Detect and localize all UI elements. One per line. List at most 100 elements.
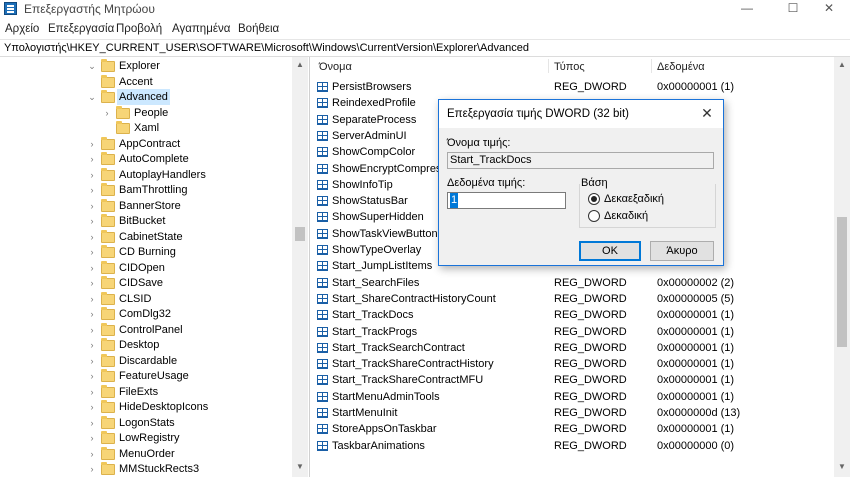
expand-chevron-down-icon[interactable]: ⌄: [87, 89, 97, 105]
expand-chevron-right-icon[interactable]: [102, 120, 112, 136]
menu-view[interactable]: Προβολή: [116, 23, 162, 35]
expand-chevron-right-icon[interactable]: ›: [87, 275, 97, 291]
tree-item[interactable]: › HideDesktopIcons: [0, 399, 290, 415]
close-button[interactable]: ✕: [806, 0, 850, 19]
tree-item[interactable]: › AutoplayHandlers: [0, 167, 290, 183]
address-bar[interactable]: Υπολογιστής\HKEY_CURRENT_USER\SOFTWARE\M…: [0, 39, 850, 57]
value-row[interactable]: PersistBrowsers REG_DWORD 0x00000001 (1): [313, 79, 833, 95]
expand-chevron-right-icon[interactable]: [87, 74, 97, 90]
expand-chevron-down-icon[interactable]: ⌄: [87, 58, 97, 74]
tree-item[interactable]: › FeatureUsage: [0, 368, 290, 384]
tree-item[interactable]: › AutoComplete: [0, 151, 290, 167]
menu-file[interactable]: Αρχείο: [5, 23, 39, 35]
expand-chevron-right-icon[interactable]: ›: [87, 353, 97, 369]
expand-chevron-right-icon[interactable]: ›: [87, 446, 97, 462]
expand-chevron-right-icon[interactable]: ›: [87, 461, 97, 477]
value-row[interactable]: Start_TrackShareContractHistory REG_DWORD…: [313, 356, 833, 372]
value-row[interactable]: StartMenuAdminTools REG_DWORD 0x00000001 (…: [313, 389, 833, 405]
hex-radio[interactable]: [588, 193, 600, 205]
scroll-up-arrow-icon[interactable]: ▲: [294, 59, 306, 71]
scroll-down-arrow-icon[interactable]: ▼: [294, 461, 306, 473]
column-header-name[interactable]: Όνομα: [319, 61, 352, 73]
address-path[interactable]: Υπολογιστής\HKEY_CURRENT_USER\SOFTWARE\M…: [4, 42, 529, 54]
value-row[interactable]: Start_ShareContractHistoryCount REG_DWORD…: [313, 291, 833, 307]
expand-chevron-right-icon[interactable]: ›: [102, 105, 112, 121]
scroll-down-arrow-icon[interactable]: ▼: [836, 461, 848, 473]
value-data-input[interactable]: 1: [447, 192, 566, 209]
tree-item[interactable]: › CIDOpen: [0, 260, 290, 276]
tree-item[interactable]: › BannerStore: [0, 198, 290, 214]
column-header-type[interactable]: Τύπος: [554, 61, 585, 73]
scroll-up-arrow-icon[interactable]: ▲: [836, 59, 848, 71]
dec-radio[interactable]: [588, 210, 600, 222]
edit-dword-dialog[interactable]: Επεξεργασία τιμής DWORD (32 bit) ✕ Όνομα…: [438, 99, 724, 266]
expand-chevron-right-icon[interactable]: ›: [87, 213, 97, 229]
tree-item[interactable]: ⌄ Explorer: [0, 58, 290, 74]
tree-item[interactable]: › ComDlg32: [0, 306, 290, 322]
value-row[interactable]: Start_SearchFiles REG_DWORD 0x00000002 (2): [313, 275, 833, 291]
menu-help[interactable]: Βοήθεια: [238, 23, 279, 35]
dialog-close-icon[interactable]: ✕: [697, 104, 717, 122]
list-scroll-thumb[interactable]: [837, 217, 847, 347]
tree-item[interactable]: › ControlPanel: [0, 322, 290, 338]
tree-item[interactable]: › LogonStats: [0, 415, 290, 431]
value-row[interactable]: StoreAppsOnTaskbar REG_DWORD 0x00000001 (1…: [313, 421, 833, 437]
expand-chevron-right-icon[interactable]: ›: [87, 244, 97, 260]
expand-chevron-right-icon[interactable]: ›: [87, 151, 97, 167]
column-divider[interactable]: [548, 59, 549, 73]
tree-item[interactable]: › CLSID: [0, 291, 290, 307]
expand-chevron-right-icon[interactable]: ›: [87, 198, 97, 214]
tree-item[interactable]: ⌄ Advanced: [0, 89, 290, 105]
key-tree-pane[interactable]: ▲ ▼ ⌄ Explorer Accent ⌄ Advanced › People Xaml ›…: [0, 57, 310, 477]
expand-chevron-right-icon[interactable]: ›: [87, 167, 97, 183]
minimize-button[interactable]: —: [724, 0, 770, 19]
tree-item[interactable]: › Discardable: [0, 353, 290, 369]
cancel-button[interactable]: Άκυρο: [650, 241, 714, 261]
tree-item[interactable]: › Desktop: [0, 337, 290, 353]
tree-item[interactable]: Xaml: [0, 120, 290, 136]
expand-chevron-right-icon[interactable]: ›: [87, 182, 97, 198]
tree-item[interactable]: › BamThrottling: [0, 182, 290, 198]
expand-chevron-right-icon[interactable]: ›: [87, 229, 97, 245]
value-name-field[interactable]: Start_TrackDocs: [447, 152, 714, 169]
expand-chevron-right-icon[interactable]: ›: [87, 322, 97, 338]
tree-vertical-scrollbar[interactable]: ▲ ▼: [292, 57, 308, 477]
expand-chevron-right-icon[interactable]: ›: [87, 260, 97, 276]
value-row[interactable]: Start_TrackDocs REG_DWORD 0x00000001 (1): [313, 307, 833, 323]
hex-radio-label[interactable]: Δεκαεξαδική: [604, 193, 664, 205]
expand-chevron-right-icon[interactable]: ›: [87, 291, 97, 307]
value-row[interactable]: TaskbarAnimations REG_DWORD 0x00000000 (0): [313, 438, 833, 454]
expand-chevron-right-icon[interactable]: ›: [87, 415, 97, 431]
menu-bar: Αρχείο Επεξεργασία Προβολή Αγαπημένα Βοή…: [0, 19, 850, 39]
ok-button[interactable]: OK: [579, 241, 641, 261]
tree-item[interactable]: › CIDSave: [0, 275, 290, 291]
menu-favorites[interactable]: Αγαπημένα: [172, 23, 230, 35]
tree-scroll-thumb[interactable]: [295, 227, 305, 241]
column-divider[interactable]: [651, 59, 652, 73]
tree-item[interactable]: › People: [0, 105, 290, 121]
value-row[interactable]: Start_TrackProgs REG_DWORD 0x00000001 (1): [313, 324, 833, 340]
value-row[interactable]: Start_TrackSearchContract REG_DWORD 0x0000…: [313, 340, 833, 356]
tree-item[interactable]: › AppContract: [0, 136, 290, 152]
dec-radio-label[interactable]: Δεκαδική: [604, 210, 648, 222]
tree-item[interactable]: Accent: [0, 74, 290, 90]
expand-chevron-right-icon[interactable]: ›: [87, 430, 97, 446]
expand-chevron-right-icon[interactable]: ›: [87, 136, 97, 152]
expand-chevron-right-icon[interactable]: ›: [87, 368, 97, 384]
expand-chevron-right-icon[interactable]: ›: [87, 399, 97, 415]
tree-item[interactable]: › CabinetState: [0, 229, 290, 245]
list-vertical-scrollbar[interactable]: ▲ ▼: [834, 57, 850, 477]
value-row[interactable]: StartMenuInit REG_DWORD 0x0000000d (13): [313, 405, 833, 421]
value-row[interactable]: Start_TrackShareContractMFU REG_DWORD 0x00…: [313, 372, 833, 388]
tree-item[interactable]: › CD Burning: [0, 244, 290, 260]
expand-chevron-right-icon[interactable]: ›: [87, 337, 97, 353]
tree-item[interactable]: › FileExts: [0, 384, 290, 400]
menu-edit[interactable]: Επεξεργασία: [48, 23, 114, 35]
expand-chevron-right-icon[interactable]: ›: [87, 306, 97, 322]
column-header-data[interactable]: Δεδομένα: [657, 61, 705, 73]
tree-item[interactable]: › LowRegistry: [0, 430, 290, 446]
tree-item[interactable]: › BitBucket: [0, 213, 290, 229]
tree-item[interactable]: › MMStuckRects3: [0, 461, 290, 477]
tree-item[interactable]: › MenuOrder: [0, 446, 290, 462]
expand-chevron-right-icon[interactable]: ›: [87, 384, 97, 400]
